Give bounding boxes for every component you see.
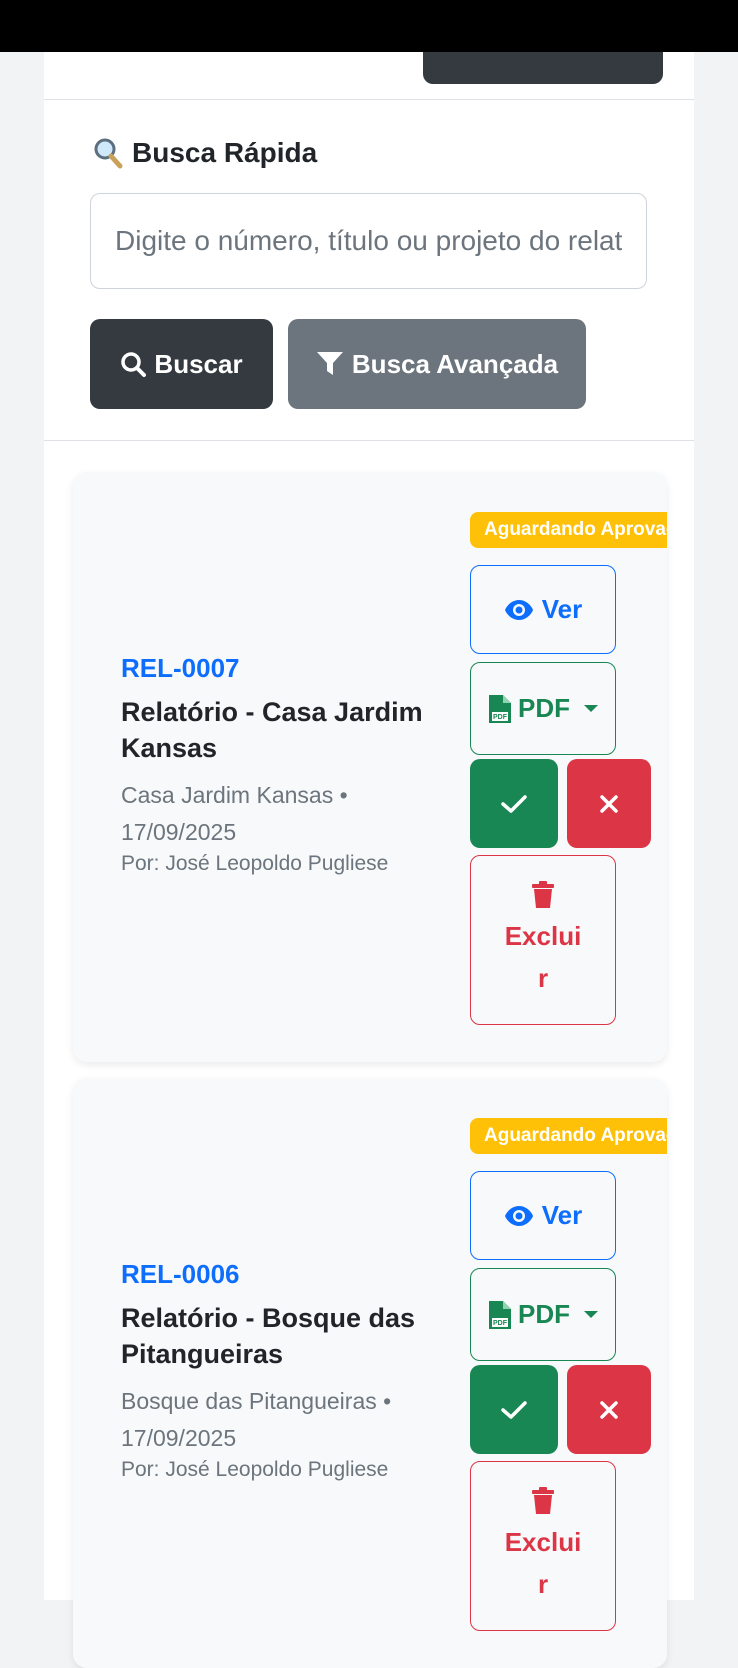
magnifier-icon [94,138,123,169]
pdf-button-label: PDF [518,693,570,723]
eye-icon [504,599,533,620]
view-button[interactable]: Ver [470,1171,616,1260]
pdf-dropdown-button[interactable]: PDF PDF [470,1268,616,1361]
trash-icon [532,881,554,908]
advanced-search-label: Busca Avançada [351,348,559,379]
eye-icon [504,1205,533,1226]
chevron-down-icon [584,705,598,712]
approve-button[interactable] [470,759,558,848]
close-icon [600,1400,618,1419]
status-badge: Aguardando Aprovação [470,1118,667,1154]
status-badge: Aguardando Aprovação [470,512,667,548]
reports-panel: Obra Busca Rápida Buscar Busca Avançada … [44,0,694,1668]
report-project-date: Bosque das Pitangueiras • 17/09/2025 [121,1388,392,1451]
report-author: Por: José Leopoldo Pugliese [121,852,389,875]
search-input[interactable] [90,193,647,289]
file-pdf-icon: PDF [489,1300,511,1329]
report-card: REL-0007 Relatório - Casa Jardim Kansas … [73,472,667,1062]
pdf-dropdown-button[interactable]: PDF PDF [470,662,616,755]
view-button-label: Ver [541,1200,583,1230]
close-icon [600,794,618,813]
report-code[interactable]: REL-0007 [121,653,240,684]
chevron-down-icon [584,1311,598,1318]
view-button-label: Ver [541,594,583,624]
delete-button[interactable]: Excluir [470,1461,616,1631]
check-icon [501,1400,527,1419]
svg-text:PDF: PDF [493,1320,508,1327]
reject-button[interactable] [567,1365,651,1454]
report-title: Relatório - Casa Jardim Kansas [121,697,423,763]
filter-icon [316,352,343,375]
delete-button[interactable]: Excluir [470,855,616,1025]
approve-button[interactable] [470,1365,558,1454]
file-pdf-icon: PDF [489,694,511,723]
report-title: Relatório - Bosque das Pitangueiras [121,1303,416,1369]
delete-button-label: Excluir [504,1527,582,1599]
status-bar [0,0,738,52]
view-button[interactable]: Ver [470,565,616,654]
report-card: REL-0006 Relatório - Bosque das Pitangue… [73,1078,667,1668]
report-author: Por: José Leopoldo Pugliese [121,1458,389,1481]
quick-search-heading: Busca Rápida [92,137,317,169]
trash-icon [532,1487,554,1514]
search-button[interactable]: Buscar [90,319,273,409]
pdf-button-label: PDF [518,1299,570,1329]
report-code[interactable]: REL-0006 [121,1259,240,1290]
delete-button-label: Excluir [504,921,582,993]
report-project-date: Casa Jardim Kansas • 17/09/2025 [121,782,348,845]
svg-text:PDF: PDF [493,714,508,721]
advanced-search-button[interactable]: Busca Avançada [288,319,586,409]
search-icon [121,352,147,377]
check-icon [501,794,527,813]
divider [44,440,694,441]
quick-search-label: Busca Rápida [132,137,318,168]
search-button-label: Buscar [154,348,243,379]
reject-button[interactable] [567,759,651,848]
